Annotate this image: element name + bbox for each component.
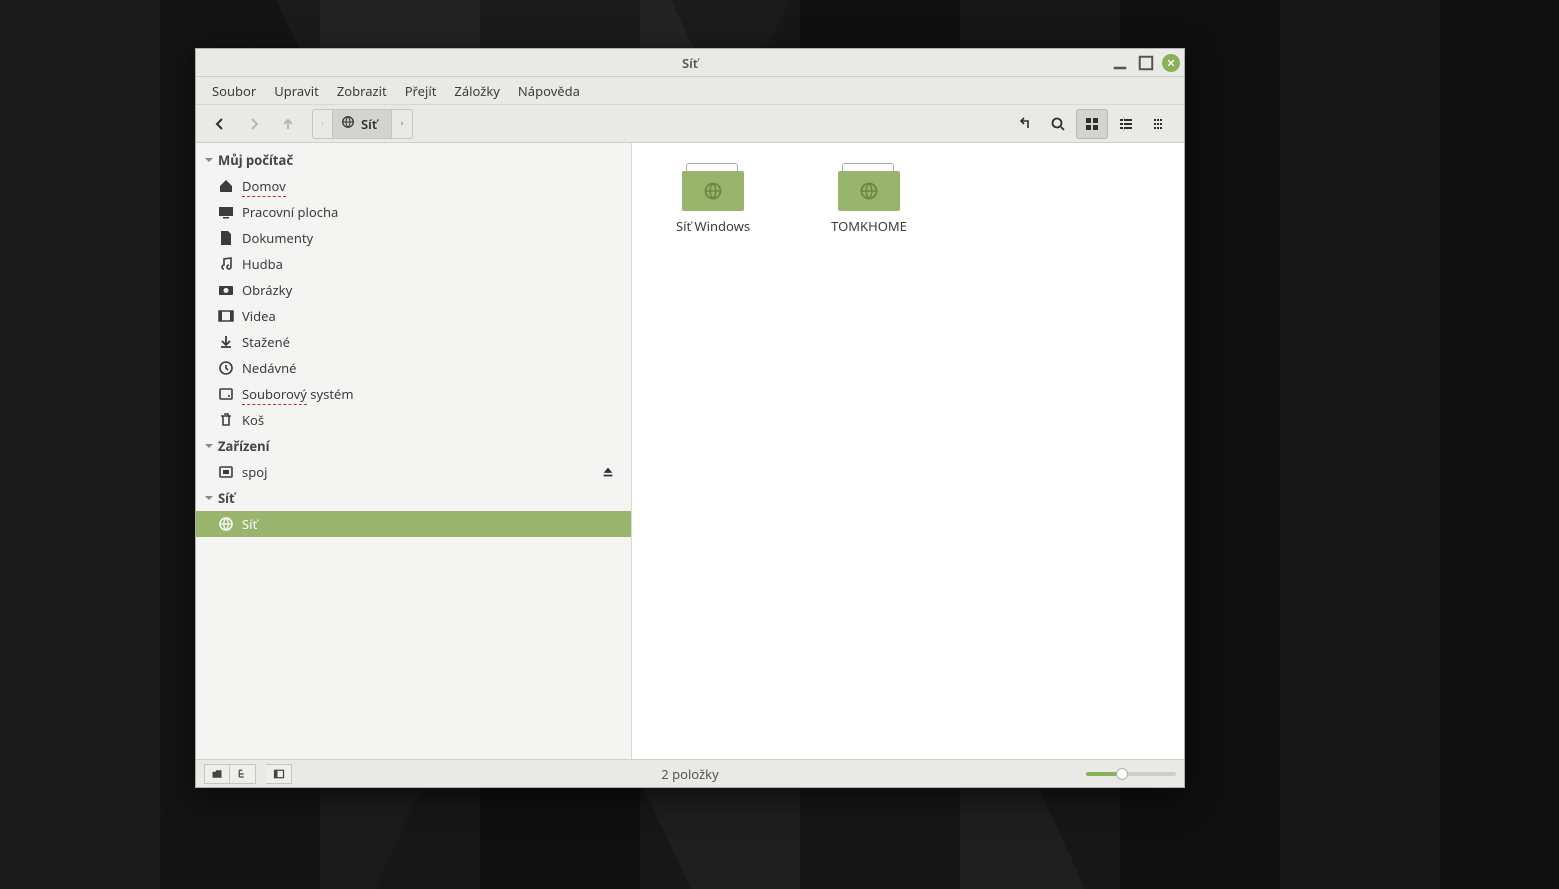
sidebar-item-label: Souborový systém: [242, 385, 354, 403]
sidebar-item-videos[interactable]: Videa: [196, 303, 631, 329]
pathbar: Síť: [312, 109, 413, 139]
sidebar-item-label: Síť: [242, 515, 257, 533]
zoom-thumb[interactable]: [1116, 768, 1128, 780]
folder-windows-network[interactable]: Síť Windows: [658, 163, 768, 235]
window-controls: [1110, 49, 1180, 76]
minimize-button[interactable]: [1110, 53, 1130, 73]
view-list-button[interactable]: [1110, 109, 1142, 139]
sidebar-item-trash[interactable]: Koš: [196, 407, 631, 433]
sidebar-item-filesystem[interactable]: Souborový systém: [196, 381, 631, 407]
menu-bookmark[interactable]: Záložky: [446, 78, 508, 104]
chevron-down-icon: [204, 155, 214, 165]
search-button[interactable]: [1042, 109, 1074, 139]
trash-icon: [218, 412, 234, 428]
path-prev-button[interactable]: [313, 110, 333, 138]
content-pane[interactable]: Síť Windows TOMKHOME: [632, 143, 1184, 759]
home-icon: [218, 178, 234, 194]
sidebar-toggle-button[interactable]: [266, 764, 292, 784]
globe-icon: [341, 115, 355, 133]
sidebar-item-label: Videa: [242, 307, 276, 325]
forward-button[interactable]: [238, 109, 270, 139]
menu-go[interactable]: Přejít: [397, 78, 445, 104]
close-button[interactable]: [1162, 54, 1180, 72]
sidebar-item-desktop[interactable]: Pracovní plocha: [196, 199, 631, 225]
desktop-icon: [218, 204, 234, 220]
sidebar-header-devices[interactable]: Zařízení: [196, 433, 631, 459]
window-title: Síť: [196, 54, 1184, 72]
sidebar-header-label: Zařízení: [218, 437, 270, 455]
video-icon: [218, 308, 234, 324]
file-manager-window: Síť Soubor Upravit Zobrazit Přejít Zálož…: [195, 48, 1185, 788]
document-icon: [218, 230, 234, 246]
external-drive-icon: [218, 464, 234, 480]
sidebar-tree-button[interactable]: [230, 764, 256, 784]
sidebar-item-label: Dokumenty: [242, 229, 313, 247]
sidebar-item-home[interactable]: Domov: [196, 173, 631, 199]
network-folder-icon: [838, 163, 900, 211]
sidebar-places-button[interactable]: [204, 764, 230, 784]
titlebar[interactable]: Síť: [196, 49, 1184, 77]
sidebar-item-label: Pracovní plocha: [242, 203, 338, 221]
folder-tomkhome[interactable]: TOMKHOME: [814, 163, 924, 235]
status-text: 2 položky: [196, 765, 1184, 783]
folder-label: Síť Windows: [676, 217, 750, 235]
download-icon: [218, 334, 234, 350]
sidebar-item-documents[interactable]: Dokumenty: [196, 225, 631, 251]
body-area: Můj počítač Domov Pracovní plocha Dokume…: [196, 143, 1184, 759]
menu-view[interactable]: Zobrazit: [329, 78, 395, 104]
sidebar-item-label: spoj: [242, 463, 267, 481]
statusbar: 2 položky: [196, 759, 1184, 787]
sidebar-item-pictures[interactable]: Obrázky: [196, 277, 631, 303]
network-folder-icon: [682, 163, 744, 211]
eject-icon[interactable]: [601, 465, 615, 479]
menu-file[interactable]: Soubor: [204, 78, 264, 104]
zoom-slider[interactable]: [1086, 772, 1176, 776]
view-compact-button[interactable]: [1144, 109, 1176, 139]
back-button[interactable]: [204, 109, 236, 139]
menu-help[interactable]: Nápověda: [510, 78, 588, 104]
sidebar-header-label: Síť: [218, 489, 235, 507]
sidebar-header-computer[interactable]: Můj počítač: [196, 147, 631, 173]
toggle-pathbar-button[interactable]: [1008, 109, 1040, 139]
music-icon: [218, 256, 234, 272]
sidebar-item-music[interactable]: Hudba: [196, 251, 631, 277]
toolbar: Síť: [196, 105, 1184, 143]
sidebar-item-label: Stažené: [242, 333, 290, 351]
path-next-button[interactable]: [392, 110, 412, 138]
folder-label: TOMKHOME: [831, 217, 907, 235]
view-icons-button[interactable]: [1076, 109, 1108, 139]
sidebar-item-label: Domov: [242, 177, 286, 197]
sidebar-item-label: Koš: [242, 411, 264, 429]
sidebar-header-label: Můj počítač: [218, 151, 293, 169]
globe-icon: [218, 516, 234, 532]
sidebar-header-network[interactable]: Síť: [196, 485, 631, 511]
sidebar-item-recent[interactable]: Nedávné: [196, 355, 631, 381]
disk-icon: [218, 386, 234, 402]
sidebar-item-device-spoj[interactable]: spoj: [196, 459, 631, 485]
sidebar-item-label: Hudba: [242, 255, 283, 273]
sidebar: Můj počítač Domov Pracovní plocha Dokume…: [196, 143, 632, 759]
sidebar-item-downloads[interactable]: Stažené: [196, 329, 631, 355]
sidebar-item-label: Nedávné: [242, 359, 296, 377]
menubar: Soubor Upravit Zobrazit Přejít Záložky N…: [196, 77, 1184, 105]
sidebar-item-network[interactable]: Síť: [196, 511, 631, 537]
sidebar-item-label: Obrázky: [242, 281, 292, 299]
recent-icon: [218, 360, 234, 376]
photo-icon: [218, 282, 234, 298]
chevron-down-icon: [204, 441, 214, 451]
maximize-button[interactable]: [1136, 53, 1156, 73]
up-button[interactable]: [272, 109, 304, 139]
menu-edit[interactable]: Upravit: [266, 78, 327, 104]
path-segment-network[interactable]: Síť: [333, 110, 392, 138]
chevron-down-icon: [204, 493, 214, 503]
path-segment-label: Síť: [361, 115, 377, 133]
